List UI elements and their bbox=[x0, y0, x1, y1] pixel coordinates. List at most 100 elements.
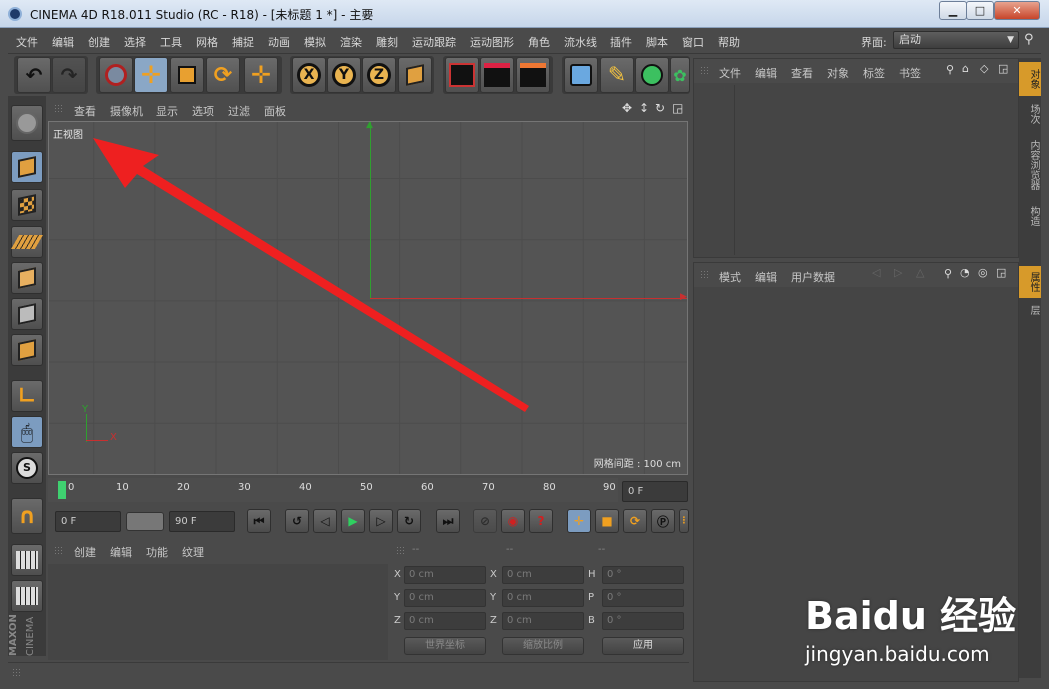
zoom-view-icon[interactable]: ↕ bbox=[639, 101, 649, 115]
menu-edit[interactable]: 编辑 bbox=[52, 34, 74, 50]
object-menu-bookmarks[interactable]: 书签 bbox=[899, 65, 921, 81]
panel-grip-icon[interactable] bbox=[700, 66, 710, 76]
goto-start-button[interactable]: ⏮ bbox=[247, 509, 271, 533]
object-menu-edit[interactable]: 编辑 bbox=[755, 65, 777, 81]
live-select-button[interactable] bbox=[99, 57, 133, 93]
key-scale-button[interactable]: ■ bbox=[595, 509, 619, 533]
model-mode-button[interactable] bbox=[11, 151, 43, 183]
search-icon[interactable]: ⚲ bbox=[946, 63, 954, 76]
viewport-front[interactable]: ▶ ▲ 正视图 网格间距 : 100 cm Y X bbox=[48, 121, 688, 475]
record-button[interactable]: ⊘ bbox=[473, 509, 497, 533]
menu-animate[interactable]: 动画 bbox=[268, 34, 290, 50]
rotation-b-field[interactable]: 0 ° bbox=[602, 612, 684, 630]
timeline-ruler[interactable]: 0 10 20 30 40 50 60 70 80 90 bbox=[48, 478, 618, 502]
menu-render[interactable]: 渲染 bbox=[340, 34, 362, 50]
forward-icon[interactable]: ▷ bbox=[894, 266, 902, 279]
key-parameter-button[interactable]: Ⓟ bbox=[651, 509, 675, 533]
viewport-menu-cameras[interactable]: 摄像机 bbox=[110, 103, 143, 119]
size-y-field[interactable]: 0 cm bbox=[502, 589, 584, 607]
maximize-button[interactable]: □ bbox=[966, 1, 994, 20]
panel-grip-icon[interactable] bbox=[700, 270, 710, 280]
menu-window[interactable]: 窗口 bbox=[682, 34, 704, 50]
rotate-view-icon[interactable]: ↻ bbox=[655, 101, 665, 115]
key-more-button[interactable]: ⋮ bbox=[679, 509, 689, 533]
material-menu-texture[interactable]: 纹理 bbox=[182, 544, 204, 560]
move-tool-button[interactable]: ✛ bbox=[134, 57, 168, 93]
menu-motion-tracking[interactable]: 运动跟踪 bbox=[412, 34, 456, 50]
rotate-tool-button[interactable]: ⟳ bbox=[206, 57, 240, 93]
panel-grip-icon[interactable] bbox=[54, 546, 64, 556]
lock-icon[interactable]: ◔ bbox=[960, 266, 970, 279]
target-icon[interactable]: ◎ bbox=[978, 266, 988, 279]
up-icon[interactable]: △ bbox=[916, 266, 924, 279]
texture-mode-button[interactable] bbox=[11, 189, 43, 221]
tab-objects[interactable]: 对象 bbox=[1019, 62, 1041, 96]
viewport-menu-view[interactable]: 查看 bbox=[74, 103, 96, 119]
auto-key-button[interactable]: ◉ bbox=[501, 509, 525, 533]
render-settings-button[interactable] bbox=[516, 57, 550, 93]
position-x-field[interactable]: 0 cm bbox=[404, 566, 486, 584]
polygons-mode-button[interactable] bbox=[11, 334, 43, 366]
search-icon[interactable]: ⚲ bbox=[1024, 32, 1034, 47]
key-position-button[interactable]: ✛ bbox=[567, 509, 591, 533]
menu-snap[interactable]: 捕捉 bbox=[232, 34, 254, 50]
material-menu-edit[interactable]: 编辑 bbox=[110, 544, 132, 560]
search-icon[interactable]: ⚲ bbox=[944, 267, 952, 280]
minimize-button[interactable]: ▁ bbox=[939, 1, 967, 20]
axis-mode-button[interactable]: ∟ bbox=[11, 380, 43, 412]
tab-structure[interactable]: 构造 bbox=[1019, 200, 1041, 232]
play-button[interactable]: ▶ bbox=[341, 509, 365, 533]
pen-spline-button[interactable]: ✎ bbox=[600, 57, 634, 93]
start-frame-field[interactable]: 0 F bbox=[55, 511, 121, 532]
menu-script[interactable]: 脚本 bbox=[646, 34, 668, 50]
menu-tools[interactable]: 工具 bbox=[160, 34, 182, 50]
z-axis-button[interactable]: Z bbox=[362, 57, 396, 93]
panel-grip-icon[interactable] bbox=[54, 104, 64, 114]
tab-takes[interactable]: 场次 bbox=[1019, 98, 1041, 130]
menu-mesh[interactable]: 网格 bbox=[196, 34, 218, 50]
snap-button[interactable]: S bbox=[11, 452, 43, 484]
scale-tool-button[interactable] bbox=[170, 57, 204, 93]
viewport-menu-options[interactable]: 选项 bbox=[192, 103, 214, 119]
array-button[interactable]: ✿ bbox=[670, 57, 690, 93]
position-z-field[interactable]: 0 cm bbox=[404, 612, 486, 630]
cube-object-button[interactable] bbox=[564, 57, 598, 93]
attribute-menu-edit[interactable]: 编辑 bbox=[755, 269, 777, 285]
planar-workplane-button[interactable] bbox=[11, 580, 43, 612]
viewport-menu-filter[interactable]: 过滤 bbox=[228, 103, 250, 119]
menu-select[interactable]: 选择 bbox=[124, 34, 146, 50]
undo-button[interactable]: ↶ bbox=[17, 57, 51, 93]
render-view-button[interactable] bbox=[445, 57, 479, 93]
object-menu-file[interactable]: 文件 bbox=[719, 65, 741, 81]
object-menu-view[interactable]: 查看 bbox=[791, 65, 813, 81]
apply-button[interactable]: 应用 bbox=[602, 637, 684, 655]
redo-button[interactable]: ↷ bbox=[52, 57, 86, 93]
menu-plugins[interactable]: 插件 bbox=[610, 34, 632, 50]
current-frame-field[interactable]: 0 F bbox=[622, 481, 688, 502]
coordinate-system-button[interactable] bbox=[398, 57, 432, 93]
material-menu-create[interactable]: 创建 bbox=[74, 544, 96, 560]
object-menu-objects[interactable]: 对象 bbox=[827, 65, 849, 81]
viewport-menu-display[interactable]: 显示 bbox=[156, 103, 178, 119]
tab-attributes[interactable]: 属性 bbox=[1019, 266, 1041, 298]
close-button[interactable]: ✕ bbox=[994, 1, 1040, 20]
world-coords-dropdown[interactable]: 世界坐标 bbox=[404, 637, 486, 655]
back-icon[interactable]: ◁ bbox=[872, 266, 880, 279]
key-rotation-button[interactable]: ⟳ bbox=[623, 509, 647, 533]
viewport-menu-panel[interactable]: 面板 bbox=[264, 103, 286, 119]
new-window-icon[interactable]: ◲ bbox=[996, 266, 1006, 279]
pan-view-icon[interactable]: ✥ bbox=[622, 101, 632, 115]
rotation-p-field[interactable]: 0 ° bbox=[602, 589, 684, 607]
prev-frame-button[interactable]: ◁ bbox=[313, 509, 337, 533]
subdivision-button[interactable] bbox=[635, 57, 669, 93]
make-editable-button[interactable] bbox=[11, 105, 43, 141]
playhead[interactable] bbox=[58, 481, 66, 499]
position-y-field[interactable]: 0 cm bbox=[404, 589, 486, 607]
panel-grip-icon[interactable] bbox=[396, 546, 406, 556]
object-menu-tags[interactable]: 标签 bbox=[863, 65, 885, 81]
range-slider[interactable] bbox=[126, 512, 164, 531]
material-menu-function[interactable]: 功能 bbox=[146, 544, 168, 560]
magnet-button[interactable]: ∩ bbox=[11, 498, 43, 534]
home-icon[interactable]: ⌂ bbox=[962, 62, 969, 75]
y-axis-button[interactable]: Y bbox=[327, 57, 361, 93]
